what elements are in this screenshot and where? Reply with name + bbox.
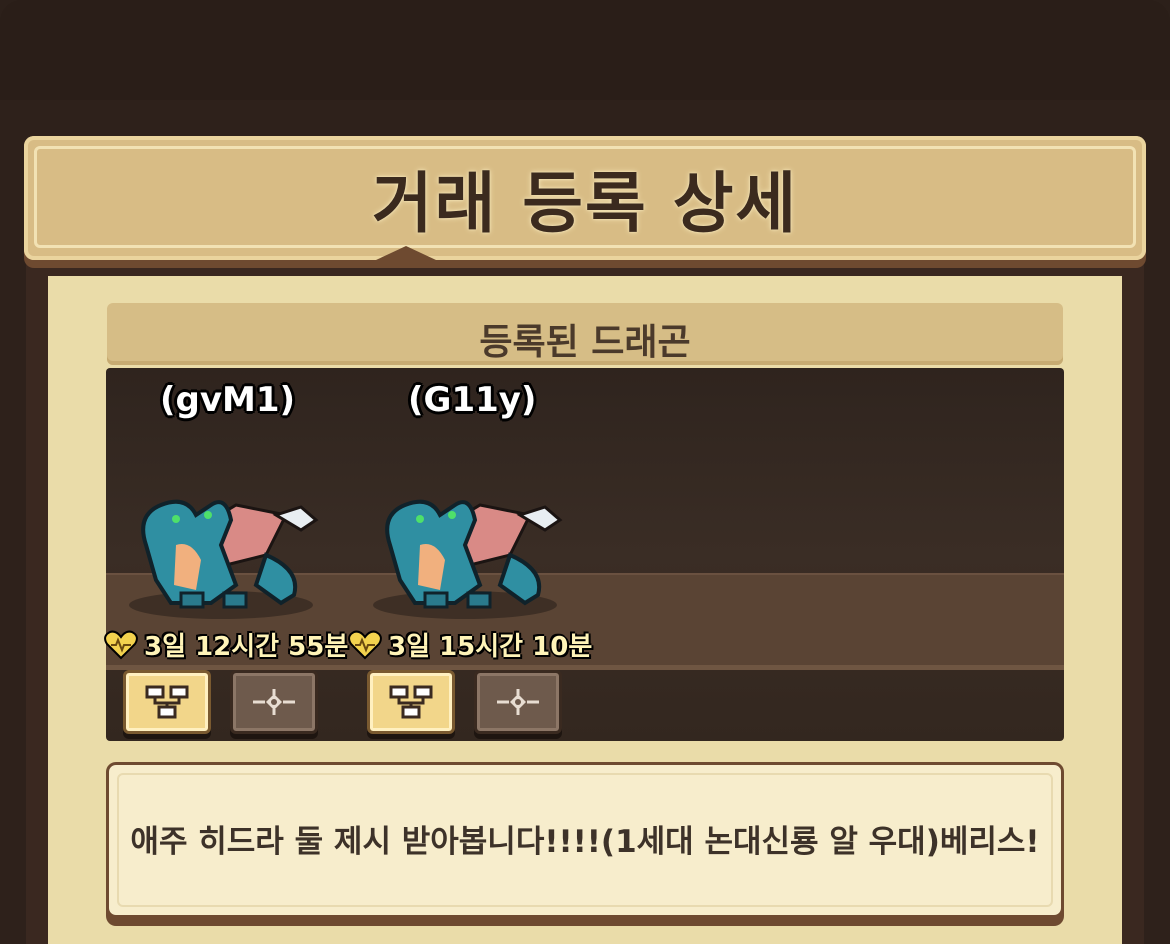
timer: 3일 15시간 10분 [348,626,592,663]
locate-button[interactable] [230,670,318,734]
section-header-label: 등록된 드래곤 [479,322,691,363]
family-tree-icon [389,685,433,719]
dragon-name: (G11y) [408,380,537,420]
lineage-button[interactable] [123,670,211,734]
family-tree-icon [145,685,189,719]
dragon-name: (gvM1) [160,380,296,420]
locate-button[interactable] [474,670,562,734]
background-top [0,0,1170,100]
timer: 3일 12시간 55분 [104,626,348,663]
target-icon [497,689,539,715]
heart-icon [104,630,138,659]
target-icon [253,689,295,715]
lineage-button[interactable] [367,670,455,734]
hydra-dragon-sprite[interactable] [116,485,326,625]
heart-icon [348,630,382,659]
dialog-title: 거래 등록 상세 [371,165,799,242]
trade-message: 애주 히드라 둘 제시 받아봅니다!!!!(1세대 논대신룡 알 우대)베리스! [130,824,1040,860]
timer-text: 3일 12시간 55분 [144,632,349,662]
timer-text: 3일 15시간 10분 [388,632,593,662]
banner-notch [376,246,436,260]
hydra-dragon-sprite[interactable] [360,485,570,625]
